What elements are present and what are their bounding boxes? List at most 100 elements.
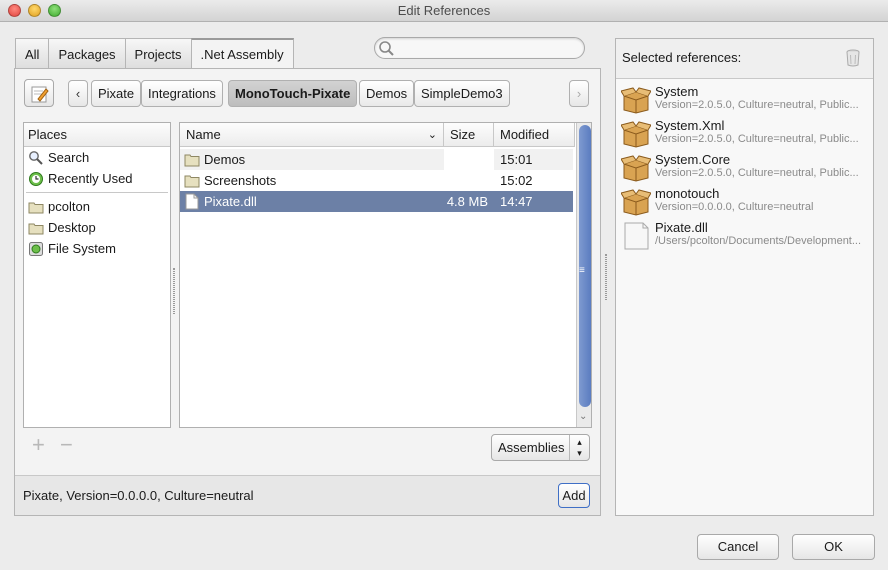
package-icon	[621, 155, 651, 182]
selected-assembly-info: Pixate, Version=0.0.0.0, Culture=neutral	[23, 488, 254, 503]
file-modified: 14:47	[500, 194, 533, 209]
tab-all[interactable]: All	[15, 38, 49, 70]
search-icon	[29, 150, 43, 165]
file-modified: 15:01	[500, 152, 533, 167]
breadcrumb-item[interactable]: SimpleDemo3	[414, 80, 510, 107]
place-label: pcolton	[48, 199, 90, 214]
ok-button[interactable]: OK	[792, 534, 875, 560]
reference-item[interactable]: System Version=2.0.5.0, Culture=neutral,…	[621, 84, 873, 116]
column-header-modified[interactable]: Modified	[494, 123, 575, 147]
pencil-icon	[31, 86, 49, 103]
selected-references-panel: Selected references: System Version=2.0.…	[615, 38, 874, 516]
folder-icon	[28, 202, 44, 213]
filter-selected-label: Assemblies	[498, 440, 565, 455]
search-icon	[379, 41, 394, 56]
place-recently-used[interactable]: Recently Used	[24, 168, 170, 189]
reference-detail: Version=2.0.5.0, Culture=neutral, Public…	[655, 99, 859, 111]
reference-item[interactable]: monotouch Version=0.0.0.0, Culture=neutr…	[621, 186, 873, 218]
file-size: 4.8 MB	[446, 194, 488, 209]
recent-icon	[29, 171, 43, 186]
cancel-button[interactable]: Cancel	[697, 534, 779, 560]
grip-icon: ≡	[579, 265, 585, 276]
place-desktop[interactable]: Desktop	[24, 217, 170, 238]
package-icon	[621, 87, 651, 114]
reference-name: System	[655, 84, 699, 99]
folder-icon	[184, 154, 200, 167]
status-bar: Pixate, Version=0.0.0.0, Culture=neutral…	[15, 475, 600, 515]
file-name: Demos	[204, 152, 246, 167]
column-size-label: Size	[450, 127, 476, 142]
file-icon	[624, 222, 649, 250]
package-icon	[621, 121, 651, 148]
panel-splitter[interactable]	[605, 254, 607, 300]
column-name-label: Name	[186, 127, 221, 142]
reference-detail: Version=2.0.5.0, Culture=neutral, Public…	[655, 167, 859, 179]
file-modified: 15:02	[500, 173, 533, 188]
file-row-selected[interactable]: Pixate.dll 4.8 MB 14:47	[180, 191, 573, 212]
reference-detail: Version=0.0.0.0, Culture=neutral	[655, 201, 814, 213]
places-splitter[interactable]	[173, 268, 175, 314]
updown-chevron-icon: ▴ ▾	[569, 435, 589, 460]
file-list-header: Name ⌄ Size Modified	[180, 123, 575, 147]
tab-projects[interactable]: Projects	[124, 38, 191, 70]
file-icon	[185, 193, 199, 210]
tab-net-assembly[interactable]: .Net Assembly	[190, 38, 294, 71]
reference-name: Pixate.dll	[655, 220, 708, 235]
place-file-system[interactable]: File System	[24, 238, 170, 259]
remove-place-button[interactable]: −	[60, 434, 73, 456]
file-size	[444, 170, 494, 191]
reference-item[interactable]: System.Xml Version=2.0.5.0, Culture=neut…	[621, 118, 873, 150]
reference-item[interactable]: System.Core Version=2.0.5.0, Culture=neu…	[621, 152, 873, 184]
assembly-filter-select[interactable]: Assemblies ▴ ▾	[491, 434, 590, 461]
place-pcolton[interactable]: pcolton	[24, 196, 170, 217]
breadcrumb-item-active[interactable]: MonoTouch-Pixate	[228, 80, 358, 107]
vertical-scrollbar[interactable]: ≡ ⌄	[576, 123, 591, 427]
minimize-window-button[interactable]	[28, 4, 41, 17]
close-window-button[interactable]	[8, 4, 21, 17]
places-list: Places Search Recently Used pcolton Desk…	[23, 122, 171, 428]
divider	[26, 192, 168, 193]
zoom-window-button[interactable]	[48, 4, 61, 17]
trash-icon[interactable]	[845, 49, 861, 67]
reference-name: System.Core	[655, 152, 731, 167]
tab-packages[interactable]: Packages	[48, 38, 125, 70]
reference-detail: /Users/pcolton/Documents/Development...	[655, 235, 862, 247]
place-search[interactable]: Search	[24, 147, 170, 168]
file-size	[444, 149, 494, 170]
column-modified-label: Modified	[500, 127, 550, 142]
file-row[interactable]: Screenshots 15:02	[180, 170, 573, 191]
breadcrumb-item[interactable]: Integrations	[141, 80, 223, 107]
sort-chevron-icon: ⌄	[427, 129, 437, 141]
file-list: Name ⌄ Size Modified Demos 15:01 Screens…	[179, 122, 592, 428]
package-icon	[621, 189, 651, 216]
tab-bar: All Packages Projects .Net Assembly	[15, 38, 294, 71]
selected-references-header: Selected references:	[616, 39, 873, 79]
title-bar: Edit References	[0, 0, 888, 22]
search-input[interactable]	[374, 37, 585, 59]
breadcrumb-forward-button[interactable]: ›	[569, 80, 589, 107]
filesystem-icon	[29, 241, 43, 256]
window-title: Edit References	[397, 3, 491, 18]
scroll-down-icon[interactable]: ⌄	[579, 411, 587, 422]
place-label: Desktop	[48, 220, 96, 235]
file-row[interactable]: Demos 15:01	[180, 149, 573, 170]
column-header-size[interactable]: Size	[444, 123, 494, 147]
file-name: Pixate.dll	[204, 194, 257, 209]
add-button[interactable]: Add	[558, 483, 590, 508]
places-header: Places	[24, 123, 170, 147]
folder-icon	[184, 175, 200, 188]
add-place-button[interactable]: +	[32, 434, 45, 456]
reference-name: System.Xml	[655, 118, 725, 133]
file-name: Screenshots	[204, 173, 277, 188]
reference-name: monotouch	[655, 186, 720, 201]
breadcrumb-item[interactable]: Pixate	[91, 80, 142, 107]
edit-path-button[interactable]	[24, 79, 54, 107]
breadcrumb-item[interactable]: Demos	[359, 80, 415, 107]
place-label: File System	[48, 241, 116, 256]
place-label: Recently Used	[48, 171, 133, 186]
reference-detail: Version=2.0.5.0, Culture=neutral, Public…	[655, 133, 859, 145]
column-header-name[interactable]: Name ⌄	[180, 123, 444, 147]
place-label: Search	[48, 150, 90, 165]
breadcrumb-back-button[interactable]: ‹	[68, 80, 88, 107]
reference-item[interactable]: Pixate.dll /Users/pcolton/Documents/Deve…	[621, 220, 873, 252]
